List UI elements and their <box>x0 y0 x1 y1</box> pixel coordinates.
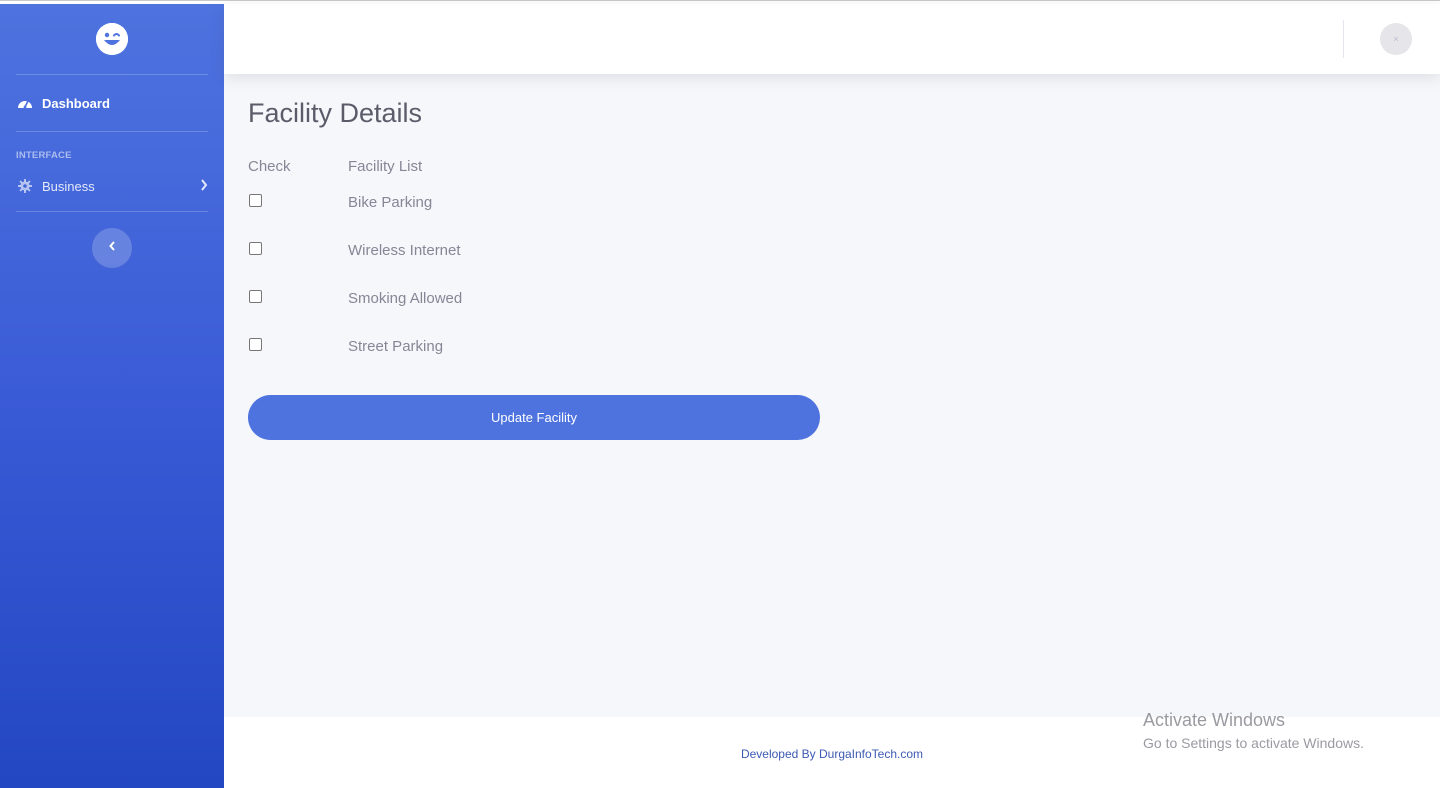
sidebar-item-dashboard[interactable]: Dashboard <box>0 75 224 131</box>
smiley-logo-icon <box>96 23 128 55</box>
gear-icon <box>16 177 34 195</box>
column-header-facility: Facility List <box>348 157 423 175</box>
facility-name: Bike Parking <box>348 193 433 211</box>
facility-checkbox[interactable] <box>249 241 262 255</box>
table-row: Smoking Allowed <box>248 274 828 322</box>
windows-activation-watermark: Activate Windows Go to Settings to activ… <box>1143 710 1364 751</box>
facility-name: Wireless Internet <box>348 241 461 259</box>
avatar[interactable]: × <box>1380 23 1412 55</box>
update-facility-button[interactable]: Update Facility <box>248 395 820 440</box>
tachometer-icon <box>16 94 34 112</box>
facility-checkbox[interactable] <box>249 289 262 303</box>
page-title: Facility Details <box>248 98 423 128</box>
table-header: Check Facility List <box>248 154 828 178</box>
sidebar-item-label: Business <box>42 178 95 194</box>
column-header-check: Check <box>248 157 291 175</box>
facility-table: Check Facility List Bike Parking Wireles… <box>248 154 828 370</box>
sidebar-item-label: Dashboard <box>42 95 110 111</box>
sidebar-toggle-button[interactable] <box>92 228 132 268</box>
table-row: Bike Parking <box>248 178 828 226</box>
facility-checkbox[interactable] <box>249 193 262 207</box>
sidebar-item-business[interactable]: Business <box>0 161 224 211</box>
table-row: Street Parking <box>248 322 828 370</box>
topbar: × <box>224 4 1440 74</box>
chevron-left-icon <box>108 239 116 257</box>
chevron-right-icon <box>200 178 208 194</box>
facility-name: Street Parking <box>348 337 444 355</box>
facility-name: Smoking Allowed <box>348 289 463 307</box>
sidebar-brand[interactable] <box>0 4 224 74</box>
sidebar-divider <box>16 211 208 212</box>
watermark-title: Activate Windows <box>1143 710 1286 730</box>
watermark-subtitle: Go to Settings to activate Windows. <box>1143 735 1364 751</box>
topbar-divider <box>1343 20 1344 58</box>
sidebar-heading: INTERFACE <box>16 150 72 161</box>
sidebar: Dashboard INTERFACE Business <box>0 4 224 788</box>
main-content: Facility Details Check Facility List Bik… <box>224 74 1440 717</box>
facility-checkbox[interactable] <box>249 337 262 351</box>
table-row: Wireless Internet <box>248 226 828 274</box>
